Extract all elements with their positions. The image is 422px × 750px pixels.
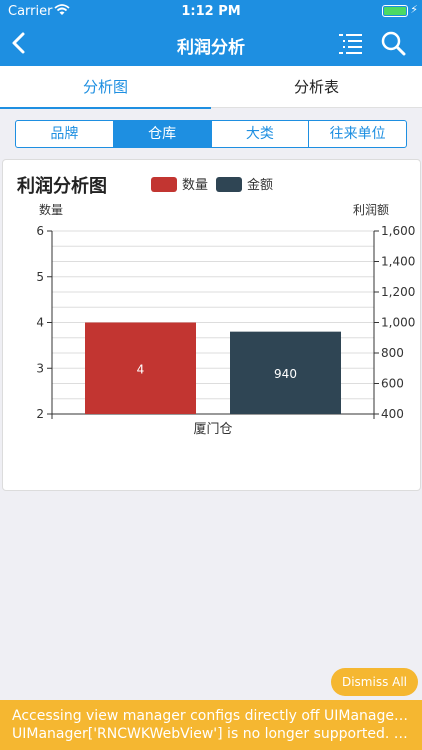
search-icon[interactable] [380,30,406,56]
right-tick-label: 1,200 [381,285,415,299]
tab-analysis-chart[interactable]: 分析图 [0,66,211,109]
segment-brand[interactable]: 品牌 [16,121,114,147]
tab-analysis-table[interactable]: 分析表 [211,66,422,108]
x-category-label: 厦门仓 [193,422,232,437]
list-icon[interactable] [338,31,364,57]
left-tick-label: 6 [36,224,44,238]
segment-category[interactable]: 大类 [212,121,310,147]
segment-warehouse[interactable]: 仓库 [113,121,212,147]
bar-data-label: 4 [137,362,145,376]
segment-partner[interactable]: 往来单位 [309,121,406,147]
bar-data-label: 940 [274,367,297,381]
left-tick-label: 2 [36,407,44,421]
chart-card: 利润分析图 数量 金额 数量 利润额 2 3 4 5 6 400 600 800 1,000 1,… [2,159,421,491]
right-tick-label: 600 [381,377,404,391]
battery-icon [382,5,408,17]
dimension-segmented-control: 品牌 仓库 大类 往来单位 [15,120,407,148]
left-tick-label: 4 [36,316,44,330]
status-time: 1:12 PM [181,4,241,19]
warning-text-line: Accessing view manager configs directly … [12,708,410,724]
view-tabs: 分析图 分析表 [0,66,422,109]
status-bar: Carrier 1:12 PM ⚡ [0,0,422,22]
right-tick-label: 400 [381,407,404,421]
warning-text-line: UIManager['RNCWKWebView'] is no longer s… [12,726,410,742]
left-tick-label: 3 [36,361,44,375]
right-tick-label: 1,400 [381,255,415,269]
right-tick-label: 1,600 [381,224,415,238]
charging-icon: ⚡ [410,3,418,16]
right-tick-label: 800 [381,346,404,360]
dismiss-all-button[interactable]: Dismiss All [331,668,418,696]
warning-banner[interactable]: Accessing view manager configs directly … [0,700,422,750]
nav-bar: 利润分析 [0,22,422,66]
bar-chart: 2 3 4 5 6 400 600 800 1,000 1,200 1,400 1,600 厦门仓 4 94… [36,224,415,437]
left-tick-label: 5 [36,270,44,284]
right-tick-label: 1,000 [381,316,415,330]
